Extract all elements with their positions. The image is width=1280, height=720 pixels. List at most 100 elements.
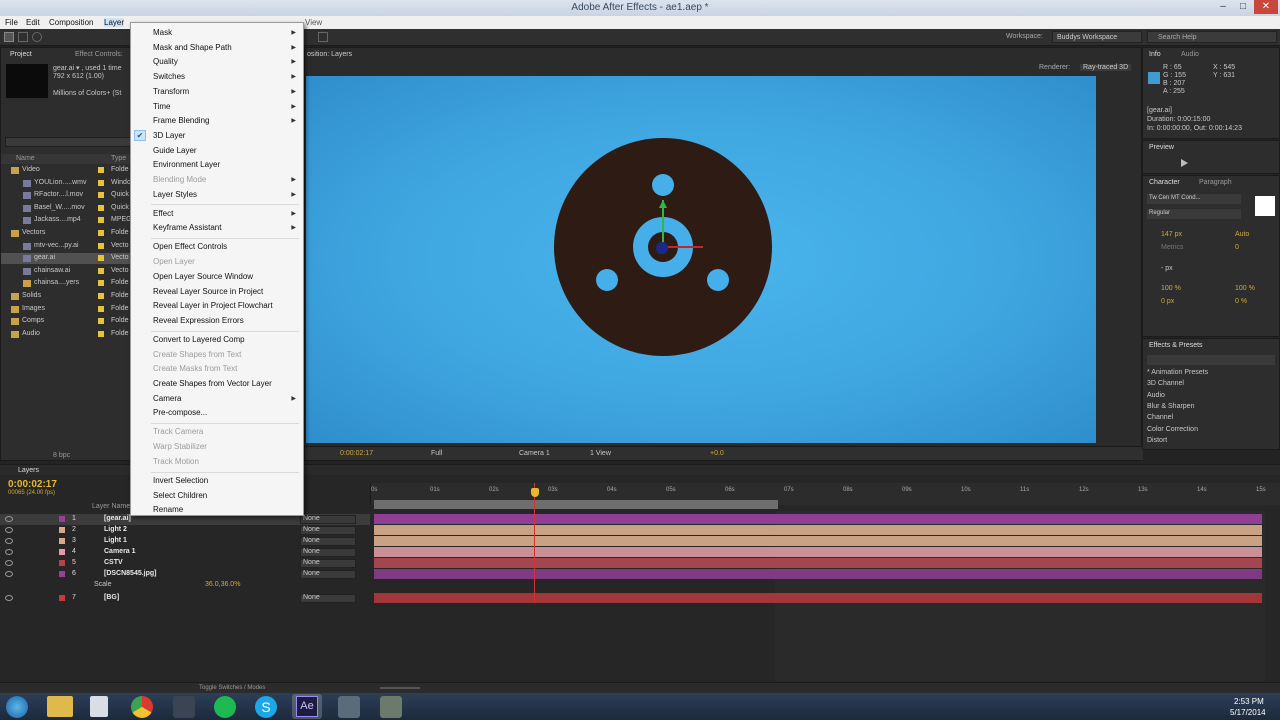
zoom-tool-icon[interactable] (32, 32, 42, 42)
label-color-swatch[interactable] (98, 230, 104, 236)
menu-edit[interactable]: Edit (26, 18, 40, 27)
menu-item[interactable]: Keyframe Assistant ▶ (131, 221, 303, 234)
layer-row[interactable]: 6 [DSCN8545.jpg] None (0, 569, 370, 580)
layer-row[interactable]: 7 [BG] None (0, 593, 370, 604)
menu-item[interactable]: Frame Blending ▶ (131, 114, 303, 127)
layer-label-color[interactable] (59, 560, 65, 566)
tab-effects-presets[interactable]: Effects & Presets (1149, 340, 1203, 351)
scale-value[interactable]: 36.0,36.0% (205, 581, 240, 588)
label-color-swatch[interactable] (98, 280, 104, 287)
label-color-swatch[interactable] (98, 192, 104, 199)
visibility-eye-icon[interactable] (5, 595, 13, 601)
kerning-value[interactable]: Metrics (1161, 244, 1184, 251)
menu-view[interactable]: View (305, 18, 322, 27)
layer-row[interactable]: 3 Light 1 None (0, 536, 370, 547)
camera-select[interactable]: Camera 1 (519, 450, 550, 457)
label-color-swatch[interactable] (98, 318, 104, 325)
menu-item[interactable]: Time ▶ (131, 100, 303, 113)
project-item[interactable]: chainsaw.ai Vecto (1, 266, 131, 277)
menu-item[interactable]: Layer Styles ▶ (131, 188, 303, 201)
project-item[interactable]: Comps Folde (1, 316, 131, 327)
tab-effect-controls[interactable]: Effect Controls: (75, 49, 123, 60)
zoom-slider[interactable] (380, 687, 420, 689)
visibility-eye-icon[interactable] (5, 516, 13, 522)
effects-category[interactable]: Audio (1147, 392, 1165, 399)
layer-label-color[interactable] (59, 538, 65, 544)
tab-timeline-layers[interactable]: Layers (18, 465, 39, 476)
layer-label-color[interactable] (59, 571, 65, 577)
project-search-input[interactable] (5, 137, 131, 147)
label-color-swatch[interactable] (98, 293, 104, 299)
layer-name[interactable]: [DSCN8545.jpg] (104, 570, 157, 577)
font-style-select[interactable]: Regular (1147, 209, 1241, 219)
tsume-value[interactable]: 0 % (1235, 298, 1247, 305)
fill-color-swatch[interactable] (1255, 196, 1275, 216)
stroke-unit-value[interactable]: - px (1161, 265, 1173, 272)
menu-item[interactable]: Switches ▶ (131, 70, 303, 83)
visibility-eye-icon[interactable] (5, 538, 13, 544)
visibility-eye-icon[interactable] (5, 571, 13, 577)
project-item[interactable]: Basel_W.....mov Quick (1, 203, 131, 214)
menu-item[interactable]: Open Effect Controls (131, 240, 303, 253)
layer-label-color[interactable] (59, 516, 65, 522)
comp-timecode[interactable]: 0:00:02:17 (340, 450, 373, 457)
skype-taskbar-icon[interactable]: S (255, 696, 277, 718)
visibility-eye-icon[interactable] (5, 560, 13, 566)
label-color-swatch[interactable] (98, 267, 104, 274)
menu-item[interactable]: Reveal Layer in Project Flowchart (131, 299, 303, 312)
menu-layer[interactable]: Layer (104, 18, 125, 27)
renderer-value[interactable]: Ray-traced 3D (1080, 64, 1132, 71)
font-size-value[interactable]: 147 px (1161, 231, 1182, 238)
project-item[interactable]: Jackass....mp4 MPEG (1, 215, 132, 226)
work-area-bar[interactable] (374, 500, 778, 509)
label-color-swatch[interactable] (98, 204, 104, 211)
project-item[interactable]: Images Folde (1, 304, 131, 315)
menu-item[interactable]: ✔ 3D Layer (131, 129, 303, 142)
clock-time[interactable]: 2:53 PM (1234, 697, 1264, 706)
layer-name[interactable]: Camera 1 (104, 548, 136, 555)
project-item[interactable]: mtv-vec...py.ai Vecto (1, 241, 131, 252)
project-item[interactable]: Audio Folde (1, 329, 131, 340)
clock-date[interactable]: 5/17/2014 (1230, 708, 1266, 717)
layer-duration-bar[interactable] (374, 536, 1262, 546)
project-item[interactable]: Vectors Folde (1, 228, 131, 239)
menu-item[interactable]: Reveal Expression Errors (131, 314, 303, 327)
minimize-button[interactable]: – (1212, 0, 1234, 14)
label-color-swatch[interactable] (98, 330, 104, 337)
layer-duration-bar[interactable] (374, 569, 1262, 579)
menu-item[interactable]: Rename (131, 503, 303, 516)
view-layout-select[interactable]: 1 View (590, 450, 611, 457)
project-item[interactable]: gear.ai Vecto (1, 253, 131, 265)
layer-name[interactable]: Light 1 (104, 537, 127, 544)
app-taskbar-icon[interactable] (338, 696, 360, 718)
effects-category[interactable]: * Animation Presets (1147, 369, 1208, 376)
project-item[interactable]: YOULion.....wmv Windo (1, 178, 131, 189)
exposure-value[interactable]: +0.0 (710, 450, 724, 457)
tab-paragraph[interactable]: Paragraph (1199, 177, 1232, 188)
steam-taskbar-icon[interactable] (173, 696, 195, 718)
toggle-switches-modes-label[interactable]: Toggle Switches / Modes (199, 685, 265, 691)
x-axis-gizmo[interactable] (663, 246, 703, 248)
tab-audio[interactable]: Audio (1181, 49, 1199, 60)
effects-category[interactable]: Color Correction (1147, 426, 1198, 433)
layer-row[interactable]: 4 Camera 1 None (0, 547, 370, 558)
tab-composition[interactable]: osition: Layers (307, 49, 352, 60)
menu-item[interactable]: Effect ▶ (131, 207, 303, 220)
hand-tool-icon[interactable] (18, 32, 28, 42)
tab-info[interactable]: Info (1149, 49, 1161, 60)
menu-item[interactable]: Open Layer Source Window (131, 270, 303, 283)
layer-duration-bar[interactable] (374, 547, 1262, 557)
explorer-taskbar-icon[interactable] (47, 696, 73, 717)
current-time-indicator[interactable] (534, 483, 535, 603)
label-color-swatch[interactable] (98, 255, 104, 262)
effects-category[interactable]: Distort (1147, 437, 1167, 444)
label-color-swatch[interactable] (98, 217, 104, 224)
search-help-input[interactable]: Search Help (1147, 31, 1277, 43)
menu-file[interactable]: File (5, 18, 18, 27)
gear-disk[interactable] (554, 138, 772, 356)
layer-duration-bar[interactable] (374, 525, 1262, 535)
layer-name[interactable]: Light 2 (104, 526, 127, 533)
layer-name[interactable]: [gear.ai] (104, 515, 131, 522)
tracking-value[interactable]: 0 (1235, 244, 1239, 251)
horizontal-scale-value[interactable]: 100 % (1235, 285, 1255, 292)
